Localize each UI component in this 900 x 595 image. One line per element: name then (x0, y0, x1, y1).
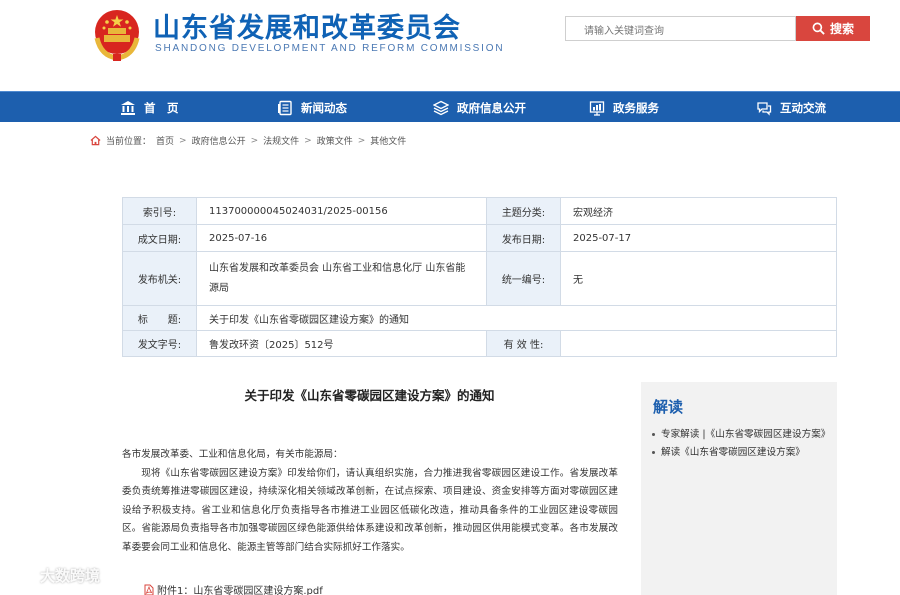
breadcrumb-separator: > (357, 135, 366, 146)
table-row: 发布机关: 山东省发展和改革委员会 山东省工业和信息化厅 山东省能源局 统一编号… (122, 251, 837, 306)
search-button[interactable]: 搜索 (796, 16, 870, 41)
breadcrumb-separator: > (304, 135, 312, 146)
sidebar-item-interpretation[interactable]: 解读《山东省零碳园区建设方案》 (652, 444, 830, 461)
nav-item-news[interactable]: 新闻动态 (277, 92, 347, 123)
layers-icon (433, 100, 449, 115)
main-nav: 首 页 新闻动态 政府信息公开 政务服务 互动交流 (0, 91, 900, 122)
article-paragraph: 现将《山东省零碳园区建设方案》印发给你们，请认真组织实施，合力推进我省零碳园区建… (122, 467, 618, 553)
topic-label: 主题分类: (486, 197, 561, 225)
serial-label: 统一编号: (486, 251, 561, 306)
news-list-icon (278, 100, 292, 115)
breadcrumb-other[interactable]: 其他文件 (370, 134, 406, 147)
issuer-value: 山东省发展和改革委员会 山东省工业和信息化厅 山东省能源局 (196, 251, 487, 306)
written-date-label: 成文日期: (122, 224, 197, 252)
nav-item-label: 互动交流 (780, 100, 826, 115)
nav-item-home[interactable]: 首 页 (120, 92, 179, 123)
index-value: 113700000045024031/2025-00156 (196, 197, 487, 225)
doc-number-value: 鲁发改环资〔2025〕512号 (196, 330, 487, 357)
nav-item-label: 首 页 (144, 100, 179, 115)
title-label: 标 题: (122, 305, 197, 331)
chat-icon (757, 101, 772, 116)
breadcrumb-separator: > (250, 135, 259, 146)
breadcrumb-gov-info[interactable]: 政府信息公开 (192, 134, 246, 147)
article-body: 各市发展改革委、工业和信息化局，有关市能源局： 现将《山东省零碳园区建设方案》印… (122, 446, 618, 558)
breadcrumb-regulations[interactable]: 法规文件 (263, 134, 299, 147)
watermark-logo-icon (5, 567, 34, 584)
breadcrumb-policy[interactable]: 政策文件 (317, 134, 353, 147)
watermark: 大数跨境 (4, 565, 100, 586)
search-button-label: 搜索 (829, 22, 854, 36)
index-label: 索引号: (122, 197, 197, 225)
written-date-value: 2025-07-16 (196, 224, 487, 252)
interpretation-sidebar: 解读 专家解读 |《山东省零碳园区建设方案》 解读《山东省零碳园区建设方案》 (641, 382, 837, 595)
document-info-table: 索引号: 113700000045024031/2025-00156 主题分类:… (122, 197, 837, 357)
nav-item-label: 政府信息公开 (457, 100, 526, 115)
chart-board-icon (589, 100, 605, 116)
sidebar-list: 专家解读 |《山东省零碳园区建设方案》 解读《山东省零碳园区建设方案》 (652, 426, 830, 462)
search-icon (812, 22, 825, 35)
serial-value: 无 (560, 251, 837, 306)
doc-number-label: 发文字号: (122, 330, 197, 357)
article-title: 关于印发《山东省零碳园区建设方案》的通知 (244, 388, 495, 403)
nav-item-interaction[interactable]: 互动交流 (756, 92, 826, 123)
national-emblem-icon (94, 10, 140, 61)
issuer-label: 发布机关: (122, 251, 197, 306)
title-value: 关于印发《山东省零碳园区建设方案》的通知 (196, 305, 837, 331)
home-icon (90, 135, 101, 146)
pdf-icon (144, 584, 154, 595)
nav-item-label: 新闻动态 (301, 100, 347, 115)
site-header: 山东省发展和改革委员会 SHANDONG DEVELOPMENT AND REF… (0, 0, 900, 91)
table-row: 发文字号: 鲁发改环资〔2025〕512号 有 效 性: (122, 330, 837, 357)
publish-date-value: 2025-07-17 (560, 224, 837, 252)
table-row: 索引号: 113700000045024031/2025-00156 主题分类:… (122, 197, 837, 225)
breadcrumb: 当前位置： 首页 > 政府信息公开 > 法规文件 > 政策文件 > 其他文件 (90, 134, 406, 147)
bank-building-icon (121, 100, 135, 115)
nav-item-services[interactable]: 政务服务 (589, 92, 659, 123)
watermark-text: 大数跨境 (40, 567, 101, 585)
site-subtitle: SHANDONG DEVELOPMENT AND REFORM COMMISSI… (155, 43, 505, 54)
breadcrumb-separator: > (179, 135, 187, 146)
validity-label: 有 效 性: (486, 330, 561, 357)
breadcrumb-home[interactable]: 首页 (156, 134, 174, 147)
nav-item-gov-info[interactable]: 政府信息公开 (433, 92, 526, 123)
sidebar-item-expert-interpretation[interactable]: 专家解读 |《山东省零碳园区建设方案》 (652, 426, 830, 443)
sidebar-title: 解读 (653, 398, 684, 416)
site-title: 山东省发展和改革委员会 (153, 13, 461, 44)
table-row: 标 题: 关于印发《山东省零碳园区建设方案》的通知 (122, 305, 837, 331)
publish-date-label: 发布日期: (486, 224, 561, 252)
nav-item-label: 政务服务 (613, 100, 659, 115)
table-row: 成文日期: 2025-07-16 发布日期: 2025-07-17 (122, 224, 837, 252)
search-input[interactable] (565, 16, 796, 41)
article-salutation: 各市发展改革委、工业和信息化局，有关市能源局： (122, 449, 343, 460)
attachment-label: 附件1：山东省零碳园区建设方案.pdf (157, 586, 323, 595)
topic-value: 宏观经济 (560, 197, 837, 225)
breadcrumb-prefix: 当前位置： (106, 137, 152, 147)
attachment-link[interactable]: 附件1：山东省零碳园区建设方案.pdf (143, 582, 323, 595)
validity-value (560, 330, 837, 357)
